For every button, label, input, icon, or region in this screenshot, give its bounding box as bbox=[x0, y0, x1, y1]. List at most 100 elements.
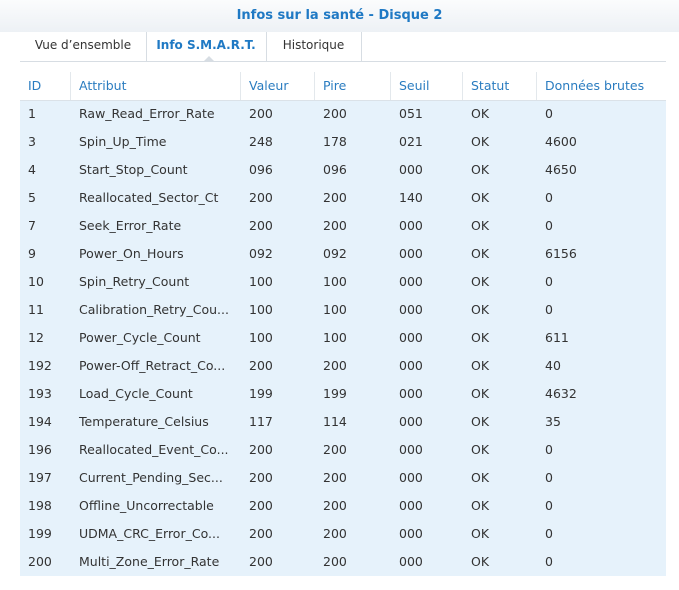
table-row[interactable]: 7 Seek_Error_Rate 200 200 000 OK 0 bbox=[20, 212, 666, 240]
cell-attribute: Start_Stop_Count bbox=[79, 162, 188, 177]
cell-status: OK bbox=[471, 106, 490, 121]
column-header-id[interactable]: ID bbox=[20, 72, 71, 100]
cell-id: 4 bbox=[28, 162, 36, 177]
cell-raw-data: 0 bbox=[545, 190, 553, 205]
table-row[interactable]: 194 Temperature_Celsius 117 114 000 OK 35 bbox=[20, 408, 666, 436]
cell-status: OK bbox=[471, 470, 490, 485]
cell-attribute: Power_Cycle_Count bbox=[79, 330, 201, 345]
cell-raw-data: 6156 bbox=[545, 246, 577, 261]
table-row[interactable]: 192 Power-Off_Retract_Co... 200 200 000 OK 40 bbox=[20, 352, 666, 380]
cell-id: 5 bbox=[28, 190, 36, 205]
cell-attribute: Reallocated_Sector_Ct bbox=[79, 190, 219, 205]
cell-status: OK bbox=[471, 414, 490, 429]
column-header-attribute[interactable]: Attribut bbox=[71, 72, 241, 100]
cell-attribute: Load_Cycle_Count bbox=[79, 386, 193, 401]
cell-worst: 200 bbox=[323, 498, 347, 513]
cell-status: OK bbox=[471, 554, 490, 569]
cell-value: 200 bbox=[249, 526, 273, 541]
cell-id: 1 bbox=[28, 106, 36, 121]
cell-status: OK bbox=[471, 330, 490, 345]
cell-status: OK bbox=[471, 274, 490, 289]
column-header-status[interactable]: Statut bbox=[463, 72, 537, 100]
active-tab-caret-icon bbox=[203, 56, 215, 62]
cell-value: 200 bbox=[249, 442, 273, 457]
smart-attributes-table: ID Attribut Valeur Pire Seuil Statut Don… bbox=[20, 72, 666, 576]
table-row[interactable]: 1 Raw_Read_Error_Rate 200 200 051 OK 0 bbox=[20, 100, 666, 128]
cell-raw-data: 0 bbox=[545, 526, 553, 541]
cell-attribute: UDMA_CRC_Error_Co... bbox=[79, 526, 220, 541]
table-row[interactable]: 200 Multi_Zone_Error_Rate 200 200 000 OK 0 bbox=[20, 548, 666, 576]
table-row[interactable]: 196 Reallocated_Event_Co... 200 200 000 OK 0 bbox=[20, 436, 666, 464]
cell-value: 096 bbox=[249, 162, 273, 177]
table-row[interactable]: 199 UDMA_CRC_Error_Co... 200 200 000 OK 0 bbox=[20, 520, 666, 548]
cell-value: 200 bbox=[249, 106, 273, 121]
cell-attribute: Power_On_Hours bbox=[79, 246, 184, 261]
cell-id: 192 bbox=[28, 358, 52, 373]
cell-attribute: Raw_Read_Error_Rate bbox=[79, 106, 215, 121]
cell-threshold: 000 bbox=[399, 162, 423, 177]
table-row[interactable]: 193 Load_Cycle_Count 199 199 000 OK 4632 bbox=[20, 380, 666, 408]
cell-worst: 200 bbox=[323, 554, 347, 569]
column-header-value[interactable]: Valeur bbox=[241, 72, 315, 100]
table-row[interactable]: 5 Reallocated_Sector_Ct 200 200 140 OK 0 bbox=[20, 184, 666, 212]
table-row[interactable]: 10 Spin_Retry_Count 100 100 000 OK 0 bbox=[20, 268, 666, 296]
cell-id: 7 bbox=[28, 218, 36, 233]
cell-status: OK bbox=[471, 386, 490, 401]
cell-status: OK bbox=[471, 526, 490, 541]
cell-attribute: Calibration_Retry_Cou... bbox=[79, 302, 229, 317]
cell-worst: 114 bbox=[323, 414, 347, 429]
title-bar[interactable]: Infos sur la santé - Disque 2 bbox=[0, 0, 679, 32]
cell-id: 194 bbox=[28, 414, 52, 429]
column-header-worst[interactable]: Pire bbox=[315, 72, 391, 100]
cell-threshold: 000 bbox=[399, 414, 423, 429]
cell-worst: 200 bbox=[323, 470, 347, 485]
right-margin bbox=[666, 62, 679, 576]
table-row[interactable]: 4 Start_Stop_Count 096 096 000 OK 4650 bbox=[20, 156, 666, 184]
cell-attribute: Power-Off_Retract_Co... bbox=[79, 358, 226, 373]
table-row[interactable]: 197 Current_Pending_Sec... 200 200 000 OK 0 bbox=[20, 464, 666, 492]
cell-value: 200 bbox=[249, 498, 273, 513]
cell-threshold: 021 bbox=[399, 134, 423, 149]
table-row[interactable]: 11 Calibration_Retry_Cou... 100 100 000 OK 0 bbox=[20, 296, 666, 324]
cell-threshold: 000 bbox=[399, 470, 423, 485]
cell-worst: 200 bbox=[323, 358, 347, 373]
tab-bar: Vue d’ensemble Info S.M.A.R.T. Historiqu… bbox=[20, 32, 666, 62]
table-row[interactable]: 3 Spin_Up_Time 248 178 021 OK 4600 bbox=[20, 128, 666, 156]
cell-value: 200 bbox=[249, 190, 273, 205]
cell-worst: 100 bbox=[323, 330, 347, 345]
cell-raw-data: 0 bbox=[545, 302, 553, 317]
table-row[interactable]: 12 Power_Cycle_Count 100 100 000 OK 611 bbox=[20, 324, 666, 352]
cell-status: OK bbox=[471, 358, 490, 373]
cell-attribute: Reallocated_Event_Co... bbox=[79, 442, 229, 457]
cell-status: OK bbox=[471, 302, 490, 317]
cell-worst: 199 bbox=[323, 386, 347, 401]
cell-raw-data: 4600 bbox=[545, 134, 577, 149]
window-title: Infos sur la santé - Disque 2 bbox=[236, 8, 443, 23]
column-header-threshold[interactable]: Seuil bbox=[391, 72, 463, 100]
cell-value: 200 bbox=[249, 554, 273, 569]
cell-raw-data: 0 bbox=[545, 442, 553, 457]
cell-worst: 200 bbox=[323, 442, 347, 457]
cell-id: 9 bbox=[28, 246, 36, 261]
cell-id: 200 bbox=[28, 554, 52, 569]
tab-overview[interactable]: Vue d’ensemble bbox=[20, 32, 147, 61]
cell-raw-data: 0 bbox=[545, 218, 553, 233]
table-row[interactable]: 9 Power_On_Hours 092 092 000 OK 6156 bbox=[20, 240, 666, 268]
cell-status: OK bbox=[471, 190, 490, 205]
cell-raw-data: 4650 bbox=[545, 162, 577, 177]
cell-raw-data: 35 bbox=[545, 414, 561, 429]
column-header-raw-data[interactable]: Données brutes bbox=[537, 72, 666, 100]
cell-raw-data: 0 bbox=[545, 274, 553, 289]
health-info-window: Infos sur la santé - Disque 2 Vue d’ense… bbox=[0, 0, 679, 590]
cell-threshold: 000 bbox=[399, 246, 423, 261]
cell-id: 198 bbox=[28, 498, 52, 513]
cell-raw-data: 611 bbox=[545, 330, 569, 345]
cell-value: 200 bbox=[249, 358, 273, 373]
tab-history[interactable]: Historique bbox=[266, 32, 362, 61]
cell-threshold: 000 bbox=[399, 386, 423, 401]
cell-value: 200 bbox=[249, 470, 273, 485]
cell-id: 193 bbox=[28, 386, 52, 401]
cell-threshold: 000 bbox=[399, 330, 423, 345]
cell-worst: 092 bbox=[323, 246, 347, 261]
table-row[interactable]: 198 Offline_Uncorrectable 200 200 000 OK 0 bbox=[20, 492, 666, 520]
